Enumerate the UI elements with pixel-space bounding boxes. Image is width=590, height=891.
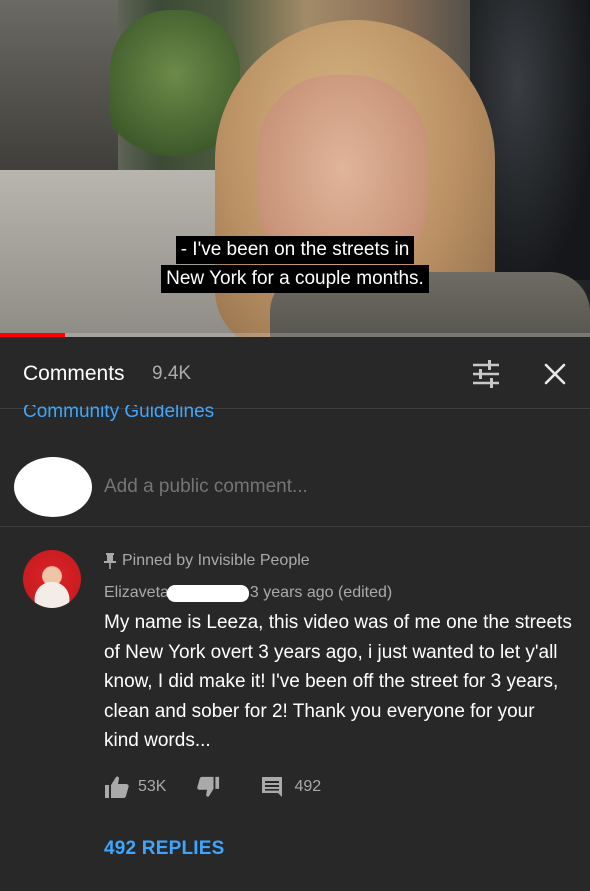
add-comment-row[interactable]	[0, 445, 590, 527]
redaction-mark	[166, 584, 249, 602]
user-avatar	[14, 457, 92, 517]
community-guidelines[interactable]: Community Guidelines	[0, 405, 590, 435]
video-player[interactable]: - I've been on the streets in New York f…	[0, 0, 590, 337]
like-count: 53K	[138, 778, 167, 795]
pinned-label: Pinned by Invisible People	[122, 552, 310, 569]
caption-line-2: New York for a couple months.	[161, 265, 429, 293]
comment-item: Pinned by Invisible People Elizaveta 3 y…	[0, 528, 590, 891]
pin-icon	[104, 553, 116, 569]
comment-icon	[262, 777, 283, 797]
sliders-icon	[473, 360, 499, 388]
close-icon	[544, 363, 566, 385]
dislike-button[interactable]	[166, 775, 220, 799]
view-replies-button[interactable]: 492 REPLIES	[104, 838, 224, 860]
comments-count: 9.4K	[152, 363, 192, 384]
like-button[interactable]: 53K	[104, 775, 166, 799]
sort-comments-button[interactable]	[469, 359, 503, 389]
comment-actions: 53K 492	[104, 774, 321, 800]
pinned-badge: Pinned by Invisible People	[104, 552, 310, 570]
caption-line-1: - I've been on the streets in	[175, 236, 415, 264]
reply-count: 492	[294, 778, 322, 795]
close-comments-button[interactable]	[540, 359, 570, 389]
video-frame-building	[0, 0, 118, 172]
add-comment-input[interactable]	[104, 476, 564, 498]
comment-timestamp: 3 years ago (edited)	[249, 584, 393, 601]
commenter-avatar[interactable]	[23, 550, 81, 608]
video-caption: - I've been on the streets in New York f…	[0, 236, 590, 294]
thumbs-down-icon	[197, 776, 220, 797]
community-guidelines-link[interactable]: Community Guidelines	[23, 405, 214, 423]
thumbs-up-icon	[105, 776, 129, 798]
reply-button[interactable]: 492	[220, 775, 321, 799]
comments-title: Comments	[23, 362, 125, 385]
comment-author[interactable]: Elizaveta	[104, 584, 169, 602]
comment-text: My name is Leeza, this video was of me o…	[104, 612, 572, 751]
comments-header: Comments 9.4K	[0, 337, 590, 409]
comment-meta: Elizaveta 3 years ago (edited)	[104, 584, 392, 602]
